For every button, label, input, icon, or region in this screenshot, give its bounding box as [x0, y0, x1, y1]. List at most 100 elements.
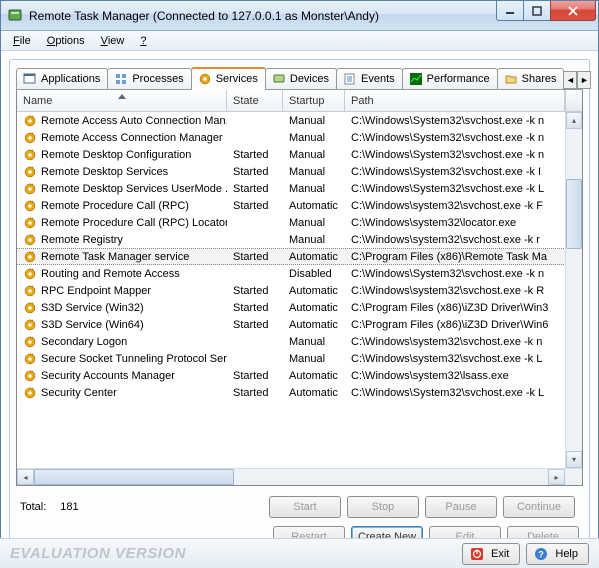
- service-control-buttons: Start Stop Pause Continue: [265, 494, 579, 520]
- table-row[interactable]: Remote Desktop Services UserMode ...Star…: [17, 180, 582, 197]
- column-headers: Name State Startup Path: [17, 90, 582, 112]
- table-row[interactable]: Remote Access Auto Connection Man...Manu…: [17, 112, 582, 129]
- total-row: Total: 181 Start Stop Pause Continue: [16, 486, 583, 524]
- table-row[interactable]: Secondary LogonManualC:\Windows\system32…: [17, 333, 582, 350]
- service-startup: Manual: [283, 149, 345, 161]
- folder-icon: [504, 72, 518, 86]
- events-icon: [343, 72, 357, 86]
- gear-icon: [23, 233, 37, 247]
- menu-view[interactable]: View: [95, 33, 131, 49]
- service-state: Started: [227, 149, 283, 161]
- svg-text:?: ?: [539, 549, 545, 559]
- column-name[interactable]: Name: [17, 90, 227, 111]
- table-row[interactable]: Routing and Remote AccessDisabledC:\Wind…: [17, 265, 582, 282]
- scroll-track[interactable]: [566, 129, 582, 451]
- menu-options[interactable]: Options: [41, 33, 91, 49]
- scroll-right-button[interactable]: ▸: [548, 469, 565, 485]
- gear-icon: [23, 352, 37, 366]
- tab-services[interactable]: Services: [191, 67, 266, 90]
- scroll-thumb[interactable]: [566, 179, 582, 249]
- tab-shares[interactable]: Shares: [497, 68, 565, 89]
- help-button[interactable]: ? Help: [526, 543, 589, 565]
- scroll-up-button[interactable]: ▴: [566, 112, 582, 129]
- gear-icon: [23, 131, 37, 145]
- power-icon: [469, 546, 485, 562]
- service-path: C:\Program Files (x86)\iZ3D Driver\Win6: [345, 319, 582, 331]
- minimize-button[interactable]: [496, 1, 524, 21]
- service-state: Started: [227, 302, 283, 314]
- service-name: Remote Access Auto Connection Man...: [41, 115, 227, 127]
- table-row[interactable]: S3D Service (Win32)StartedAutomaticC:\Pr…: [17, 299, 582, 316]
- tab-processes[interactable]: Processes: [107, 68, 191, 89]
- service-startup: Automatic: [283, 319, 345, 331]
- gear-icon: [23, 386, 37, 400]
- gear-icon: [23, 114, 37, 128]
- service-startup: Disabled: [283, 268, 345, 280]
- gear-icon: [23, 369, 37, 383]
- hscroll-thumb[interactable]: [34, 469, 234, 485]
- service-startup: Automatic: [283, 387, 345, 399]
- vertical-scrollbar[interactable]: ▴ ▾: [565, 112, 582, 468]
- gear-icon: [23, 301, 37, 315]
- table-row[interactable]: RPC Endpoint MapperStartedAutomaticC:\Wi…: [17, 282, 582, 299]
- gear-icon: [23, 250, 37, 264]
- menu-file[interactable]: File: [7, 33, 37, 49]
- table-row[interactable]: Security Accounts ManagerStartedAutomati…: [17, 367, 582, 384]
- gear-icon: [23, 284, 37, 298]
- tab-events[interactable]: Events: [336, 68, 403, 89]
- close-button[interactable]: [550, 1, 596, 21]
- service-state: Started: [227, 200, 283, 212]
- gear-icon: [23, 199, 37, 213]
- service-name: Remote Desktop Configuration: [41, 149, 191, 161]
- tab-applications[interactable]: Applications: [16, 68, 108, 89]
- tab-devices[interactable]: Devices: [265, 68, 337, 89]
- service-name: Remote Desktop Services UserMode ...: [41, 183, 227, 195]
- hscroll-track[interactable]: [34, 469, 548, 485]
- table-row[interactable]: Remote Desktop Configuration StartedManua…: [17, 146, 582, 163]
- service-state: Started: [227, 370, 283, 382]
- table-row[interactable]: Secure Socket Tunneling Protocol Ser...M…: [17, 350, 582, 367]
- tab-performance[interactable]: Performance: [402, 68, 498, 89]
- scroll-left-button[interactable]: ◂: [17, 469, 34, 485]
- total-value: 181: [60, 501, 78, 513]
- table-row[interactable]: Remote Task Manager serviceStartedAutoma…: [17, 248, 582, 265]
- service-name: Remote Registry: [41, 234, 123, 246]
- tab-scroll-left[interactable]: ◄: [563, 71, 577, 89]
- performance-icon: [409, 72, 423, 86]
- tab-scroll-right[interactable]: ►: [577, 71, 591, 89]
- table-row[interactable]: Remote RegistryManualC:\Windows\system32…: [17, 231, 582, 248]
- window-title: Remote Task Manager (Connected to 127.0.…: [29, 9, 497, 23]
- table-row[interactable]: Remote Desktop ServicesStartedManualC:\W…: [17, 163, 582, 180]
- service-name: Secondary Logon: [41, 336, 127, 348]
- service-state: Started: [227, 285, 283, 297]
- exit-button[interactable]: Exit: [462, 543, 520, 565]
- menu-help[interactable]: ?: [134, 33, 152, 49]
- table-row[interactable]: Security CenterStartedAutomaticC:\Window…: [17, 384, 582, 401]
- service-startup: Automatic: [283, 302, 345, 314]
- service-name: S3D Service (Win64): [41, 319, 144, 331]
- pause-button[interactable]: Pause: [425, 496, 497, 518]
- scroll-down-button[interactable]: ▾: [566, 451, 582, 468]
- service-name: RPC Endpoint Mapper: [41, 285, 151, 297]
- stop-button[interactable]: Stop: [347, 496, 419, 518]
- status-bar: EVALUATION VERSION Exit ? Help: [0, 538, 599, 568]
- column-path[interactable]: Path: [345, 90, 565, 111]
- column-startup[interactable]: Startup: [283, 90, 345, 111]
- table-row[interactable]: Remote Procedure Call (RPC) LocatorManua…: [17, 214, 582, 231]
- service-path: C:\Windows\System32\svchost.exe -k n: [345, 115, 582, 127]
- column-state[interactable]: State: [227, 90, 283, 111]
- maximize-button[interactable]: [523, 1, 551, 21]
- table-row[interactable]: S3D Service (Win64)StartedAutomaticC:\Pr…: [17, 316, 582, 333]
- continue-button[interactable]: Continue: [503, 496, 575, 518]
- service-name: S3D Service (Win32): [41, 302, 144, 314]
- table-row[interactable]: Remote Procedure Call (RPC)StartedAutoma…: [17, 197, 582, 214]
- start-button[interactable]: Start: [269, 496, 341, 518]
- table-row[interactable]: Remote Access Connection ManagerManualC:…: [17, 129, 582, 146]
- service-path: C:\Windows\System32\svchost.exe -k n: [345, 132, 582, 144]
- service-path: C:\Windows\System32\svchost.exe -k I: [345, 166, 582, 178]
- horizontal-scrollbar[interactable]: ◂ ▸: [17, 468, 582, 485]
- gear-icon: [23, 165, 37, 179]
- window-icon: [23, 72, 37, 86]
- service-path: C:\Program Files (x86)\Remote Task Ma: [345, 251, 582, 263]
- list-body[interactable]: Remote Access Auto Connection Man... Manu…: [17, 112, 582, 468]
